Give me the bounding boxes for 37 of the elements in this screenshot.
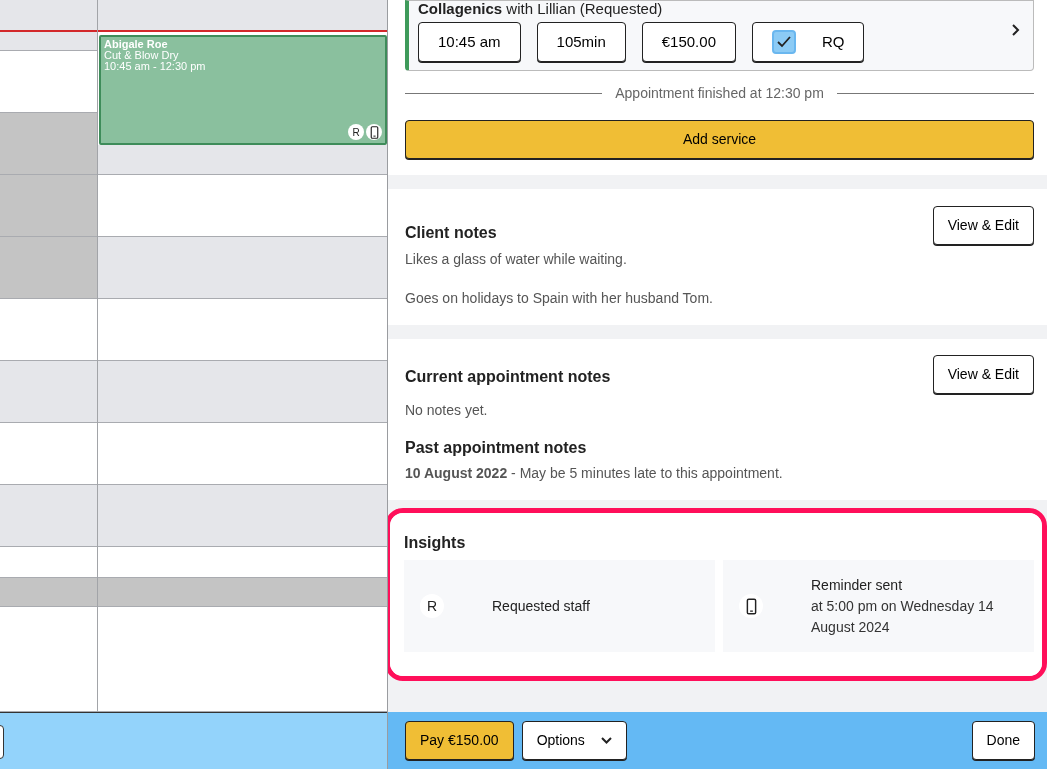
checkbox[interactable] — [772, 30, 796, 54]
requested-badge: R — [348, 124, 364, 140]
pay-button[interactable]: Pay €150.00 — [405, 721, 514, 760]
client-name: Abigale Roe — [104, 39, 168, 50]
insight-detail: at 5:00 pm on Wednesday 14 August 2024 — [811, 596, 995, 637]
view-edit-button[interactable]: View & Edit — [932, 355, 1034, 394]
appointment-time: 10:45 am - 12:30 pm — [104, 61, 207, 72]
service-title: Collagenics with Lillian (Requested) — [418, 1, 664, 16]
field-button[interactable]: €150.00 — [641, 22, 736, 62]
past-note-text: 10 August 2022 - May be 5 minutes late to this appointment. — [405, 464, 784, 484]
field-button[interactable]: 105min — [536, 22, 626, 62]
empty-notes-text: No notes yet. — [405, 401, 489, 420]
section-title: Client notes — [405, 222, 497, 243]
requested-toggle[interactable]: RQ — [752, 22, 865, 62]
done-button[interactable]: Done — [971, 721, 1035, 760]
phone-icon — [366, 124, 382, 140]
section-title: Past appointment notes — [405, 438, 588, 458]
section-title: Current appointment notes — [405, 366, 611, 387]
checkmark-icon — [777, 36, 791, 48]
insight-title: Requested staff — [492, 596, 590, 616]
note-text: Goes on holidays to Spain with her husband Tom. — [405, 289, 714, 308]
requested-badge: R — [420, 594, 444, 619]
service-name: Cut & Blow Dry — [104, 50, 180, 61]
caret-icon — [600, 737, 612, 744]
field-button[interactable]: 10:45 am — [418, 22, 521, 62]
phone-icon — [739, 594, 763, 619]
calendar-slot[interactable] — [98, 0, 387, 32]
section-title: Insights — [404, 533, 467, 553]
view-edit-button[interactable]: View & Edit — [932, 206, 1034, 245]
calendar-slot[interactable] — [0, 0, 97, 32]
insight-title: Reminder sent — [811, 575, 904, 595]
appointment-block[interactable]: Abigale Roe Cut & Blow Dry 10:45 am - 12:30 pm R — [99, 35, 387, 145]
options-button[interactable]: Options — [521, 721, 627, 760]
add-service-button[interactable]: Add service — [405, 120, 1034, 159]
note-text: Likes a glass of water while waiting. — [405, 250, 628, 269]
calendar-slot[interactable] — [0, 32, 97, 51]
finished-text: Appointment finished at 12:30 pm — [615, 84, 824, 103]
